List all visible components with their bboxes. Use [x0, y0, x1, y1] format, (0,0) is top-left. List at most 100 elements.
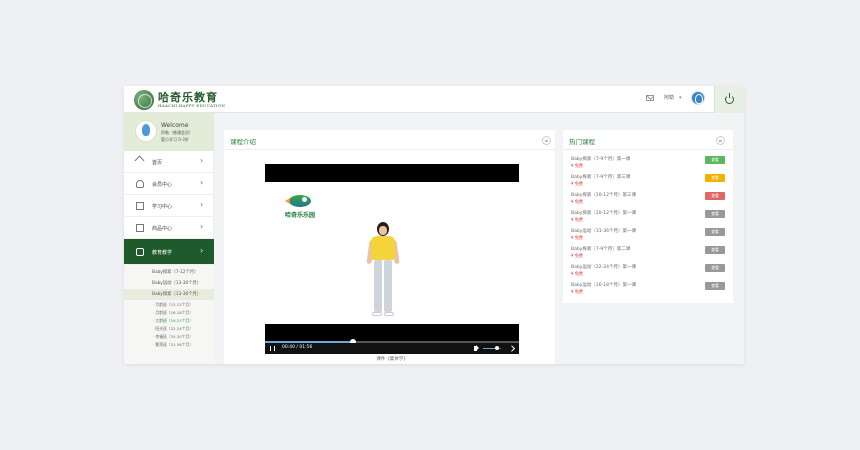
home-icon: [136, 158, 144, 166]
course-name[interactable]: Baby运动（22-24个月）第一课: [571, 264, 636, 270]
course-name[interactable]: Baby探索（7-9个月）第三课: [571, 174, 630, 180]
edit-icon: [136, 248, 144, 256]
view-course-button[interactable]: 查看: [705, 282, 725, 290]
course-price: ¥ 免费: [571, 271, 583, 276]
subnav-child[interactable]: · 繁荣班（31-36个月）: [124, 341, 214, 349]
hot-course-row[interactable]: Baby运动（16-18个月）第一课 ¥ 免费 查看: [571, 282, 727, 300]
sidebar-item-member[interactable]: 会员中心 ›: [124, 173, 214, 195]
logout-button[interactable]: [714, 86, 744, 113]
panel-title: 热门课程: [569, 138, 595, 146]
sidebar-item-study[interactable]: 学习中心 ›: [124, 195, 214, 217]
subnav-item[interactable]: Baby探索（7-12个月）: [124, 267, 214, 278]
hot-course-row[interactable]: Baby探索（10-12个月）第三课 ¥ 免费 查看: [571, 192, 727, 210]
hot-course-row[interactable]: Baby探索（7-9个月）第二课 ¥ 免费 查看: [571, 246, 727, 264]
course-price: ¥ 免费: [571, 163, 583, 168]
volume-handle[interactable]: [494, 346, 499, 350]
video-time: 00:40 / 01:56: [282, 345, 313, 350]
user-icon: [136, 180, 144, 188]
video-player[interactable]: 哈奇乐乐园 00:40 / 01:56: [265, 164, 519, 354]
view-course-button[interactable]: 查看: [705, 264, 725, 272]
hot-courses-panel: 热门课程 Baby探索（7-9个月）第一课 ¥ 免费 查看 Baby探索（7-9个月）…: [563, 130, 733, 303]
chevron-right-icon: ›: [200, 246, 204, 255]
subnav-item-selected[interactable]: Baby探索（13-36个月）: [124, 289, 214, 300]
subnav-item[interactable]: Baby运动（13-36个月）: [124, 278, 214, 289]
figure-leg: [384, 260, 392, 312]
view-course-button[interactable]: 查看: [705, 156, 725, 164]
balloon-avatar-icon: [135, 120, 157, 142]
course-price: ¥ 免费: [571, 253, 583, 258]
figure-shoe: [384, 312, 394, 316]
course-name[interactable]: Baby探索（7-9个月）第二课: [571, 246, 630, 252]
app-window: 哈奇乐教育 HAACHI HAPPY EDUCATION 阿勒 ▾ Welcom…: [124, 86, 744, 364]
hot-course-row[interactable]: Baby运动（22-24个月）第一课 ¥ 免费 查看: [571, 264, 727, 282]
sidebar-item-home[interactable]: 首页 ›: [124, 151, 214, 173]
top-user-name[interactable]: 阿勒: [664, 94, 674, 101]
divider: [563, 149, 733, 150]
course-name[interactable]: Baby探索（10-12个月）第一课: [571, 210, 636, 216]
figure-face: [379, 226, 387, 235]
sidebar-item-shop[interactable]: 商品中心 ›: [124, 217, 214, 239]
video-logo-text: 哈奇乐乐园: [285, 212, 316, 219]
chevron-right-icon: ›: [200, 178, 204, 187]
bag-icon: [136, 224, 144, 232]
mail-icon[interactable]: [646, 95, 654, 101]
sidebar-subnav: Baby探索（7-12个月） Baby运动（13-36个月） Baby探索（13…: [124, 265, 214, 364]
welcome-age: 婴小学习 0-3岁: [161, 137, 189, 142]
view-course-button[interactable]: 查看: [705, 192, 725, 200]
video-controls: 00:40 / 01:56: [265, 343, 519, 354]
volume-slider[interactable]: [483, 346, 501, 350]
hot-course-row[interactable]: Baby探索（10-12个月）第一课 ¥ 免费 查看: [571, 210, 727, 228]
subnav-child[interactable]: · 阳光班（22-24个月）: [124, 325, 214, 333]
course-price: ¥ 免费: [571, 235, 583, 240]
chevron-right-icon: ›: [200, 222, 204, 231]
hot-course-row[interactable]: Baby探索（7-9个月）第三课 ¥ 免费 查看: [571, 174, 727, 192]
course-name[interactable]: Baby探索（10-12个月）第三课: [571, 192, 636, 198]
sidebar-item-label: 学习中心: [152, 204, 173, 210]
sidebar-item-label: 教育教学: [152, 250, 173, 256]
subnav-child[interactable]: · 月龄班（16-18个月）: [124, 309, 214, 317]
fish-logo-icon: [285, 195, 311, 207]
welcome-card: Welcome 阿勒（普通会员） 婴小学习 0-3岁: [124, 113, 214, 151]
sidebar-item-label: 商品中心: [152, 226, 173, 232]
logo-text-en: HAACHI HAPPY EDUCATION: [158, 103, 226, 108]
video-logo: 哈奇乐乐园: [285, 195, 319, 223]
brand-logo[interactable]: 哈奇乐教育 HAACHI HAPPY EDUCATION: [134, 89, 254, 111]
book-icon: [136, 202, 144, 210]
fullscreen-icon[interactable]: [507, 344, 516, 353]
hot-course-row[interactable]: Baby运动（31-36个月）第一课 ¥ 免费 查看: [571, 228, 727, 246]
more-icon[interactable]: [716, 136, 725, 145]
welcome-title: Welcome: [161, 122, 189, 129]
pause-icon[interactable]: [270, 346, 275, 351]
view-course-button[interactable]: 查看: [705, 174, 725, 182]
video-frame[interactable]: 哈奇乐乐园: [265, 182, 519, 324]
sidebar-item-label: 首页: [152, 160, 163, 166]
course-price: ¥ 免费: [571, 199, 583, 204]
logo-ball-icon: [134, 90, 154, 110]
video-caption: 课件《集体学》: [376, 357, 408, 362]
divider: [224, 149, 555, 150]
figure-shoe: [372, 312, 382, 316]
view-course-button[interactable]: 查看: [705, 246, 725, 254]
avatar[interactable]: [691, 91, 705, 105]
view-course-button[interactable]: 查看: [705, 228, 725, 236]
subnav-child-current[interactable]: · 大龄班（19-21个月）: [124, 317, 214, 325]
subnav-child[interactable]: · 幸福班（25-30个月）: [124, 333, 214, 341]
view-course-button[interactable]: 查看: [705, 210, 725, 218]
top-header: 哈奇乐教育 HAACHI HAPPY EDUCATION 阿勒 ▾: [124, 86, 744, 113]
course-price: ¥ 免费: [571, 289, 583, 294]
course-price: ¥ 免费: [571, 217, 583, 222]
sidebar: Welcome 阿勒（普通会员） 婴小学习 0-3岁 首页 › 会员中心 › 学…: [124, 113, 214, 364]
chevron-right-icon: ›: [200, 200, 204, 209]
sidebar-item-teaching[interactable]: 教育教学 ›: [124, 239, 214, 265]
subnav-child[interactable]: · 月龄班（13-15个月）: [124, 301, 214, 309]
course-name[interactable]: Baby运动（16-18个月）第一课: [571, 282, 636, 288]
volume-icon[interactable]: [474, 346, 477, 351]
course-name[interactable]: Baby探索（7-9个月）第一课: [571, 156, 630, 162]
figure-torso: [371, 236, 395, 260]
hot-course-row[interactable]: Baby探索（7-9个月）第一课 ¥ 免费 查看: [571, 156, 727, 174]
figure-leg: [374, 260, 382, 312]
sidebar-item-label: 会员中心: [152, 182, 173, 188]
course-name[interactable]: Baby运动（31-36个月）第一课: [571, 228, 636, 234]
more-icon[interactable]: [542, 136, 551, 145]
chevron-down-icon[interactable]: ▾: [679, 95, 682, 101]
